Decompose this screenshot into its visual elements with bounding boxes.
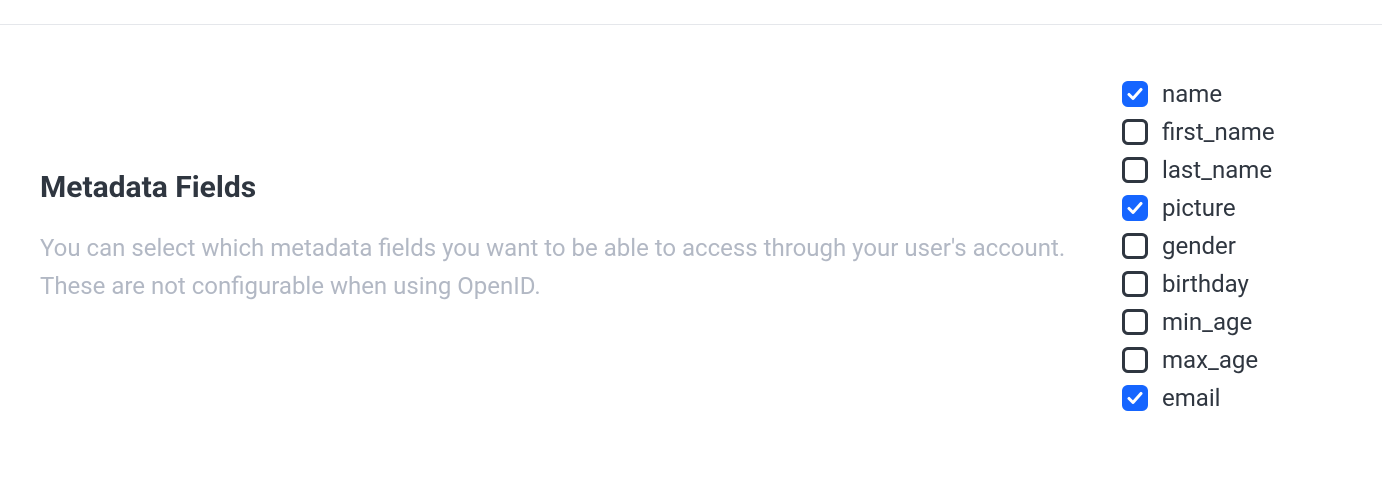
section-description: You can select which metadata fields you… [40, 229, 1082, 306]
section-title: Metadata Fields [40, 170, 1082, 205]
checkbox-label: email [1162, 384, 1221, 412]
checkbox-picture[interactable] [1122, 195, 1148, 221]
checkbox-label: name [1162, 80, 1222, 108]
checkbox-label: min_age [1162, 308, 1252, 336]
checkbox-gender[interactable] [1122, 233, 1148, 259]
checkbox-row-last_name[interactable]: last_name [1122, 156, 1342, 184]
checkbox-row-picture[interactable]: picture [1122, 194, 1342, 222]
checkbox-max_age[interactable] [1122, 347, 1148, 373]
checkbox-row-gender[interactable]: gender [1122, 232, 1342, 260]
checkbox-row-email[interactable]: email [1122, 384, 1342, 412]
checkbox-list: name first_name last_namepicture gender birt… [1122, 80, 1342, 422]
checkbox-birthday[interactable] [1122, 271, 1148, 297]
checkbox-name[interactable] [1122, 81, 1148, 107]
metadata-fields-section: Metadata Fields You can select which met… [0, 0, 1382, 462]
checkbox-first_name[interactable] [1122, 119, 1148, 145]
checkbox-min_age[interactable] [1122, 309, 1148, 335]
divider [0, 24, 1382, 25]
checkbox-row-name[interactable]: name [1122, 80, 1342, 108]
checkbox-label: picture [1162, 194, 1236, 222]
checkbox-label: gender [1162, 232, 1236, 260]
checkbox-label: first_name [1162, 118, 1275, 146]
checkbox-last_name[interactable] [1122, 157, 1148, 183]
checkbox-row-birthday[interactable]: birthday [1122, 270, 1342, 298]
checkbox-row-first_name[interactable]: first_name [1122, 118, 1342, 146]
checkbox-row-max_age[interactable]: max_age [1122, 346, 1342, 374]
section-info: Metadata Fields You can select which met… [40, 80, 1122, 306]
checkbox-label: last_name [1162, 156, 1272, 184]
checkbox-label: max_age [1162, 346, 1258, 374]
checkbox-row-min_age[interactable]: min_age [1122, 308, 1342, 336]
checkbox-label: birthday [1162, 270, 1249, 298]
checkbox-email[interactable] [1122, 385, 1148, 411]
